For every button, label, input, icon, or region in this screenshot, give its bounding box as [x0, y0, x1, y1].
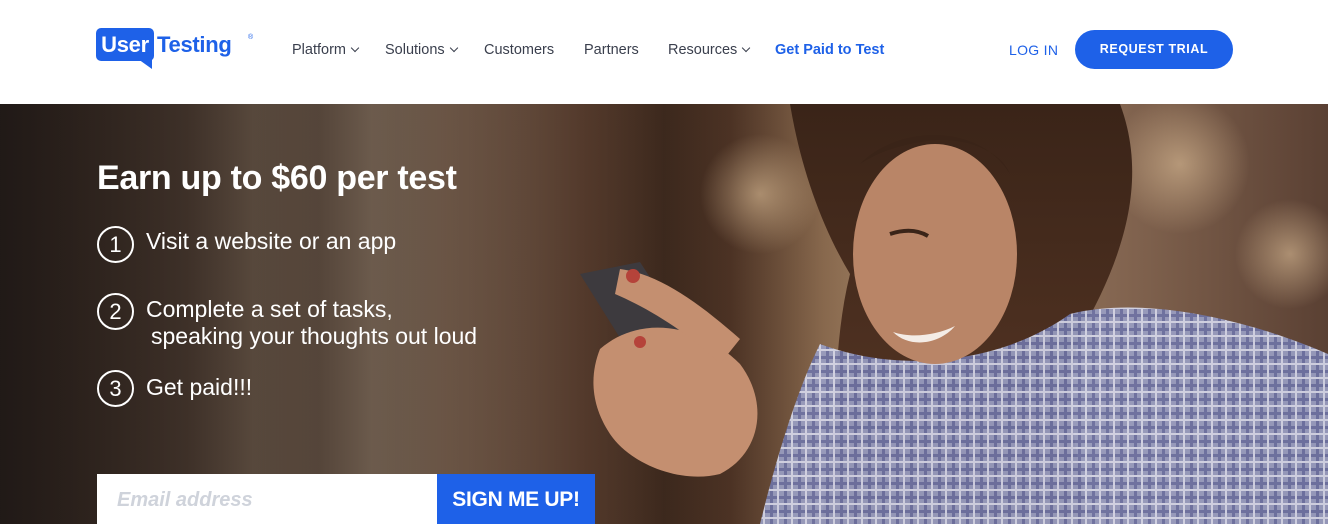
usertesting-logo[interactable]: User Testing ® — [96, 26, 256, 70]
nav-item-label: Partners — [584, 42, 639, 58]
nav-item-label: Resources — [668, 42, 738, 58]
nav-item-customers[interactable]: Customers — [484, 40, 554, 60]
nail-polish — [626, 269, 640, 283]
login-link[interactable]: LOG IN — [1009, 40, 1058, 60]
nav-item-label: Customers — [484, 42, 555, 58]
hands-shape — [593, 327, 758, 477]
step-text: Visit a website or an app — [146, 228, 397, 254]
request-trial-button[interactable]: REQUEST TRIAL — [1075, 30, 1233, 69]
nav-item-resources[interactable]: Resources — [668, 40, 751, 60]
step-number-badge: 3 — [97, 370, 134, 407]
nav-item-platform[interactable]: Platform — [292, 40, 360, 60]
site-header: User Testing ® Platform Solutions Custom… — [0, 0, 1328, 104]
nail-polish — [634, 336, 646, 348]
email-input[interactable] — [97, 474, 437, 524]
sign-me-up-button[interactable]: SIGN ME UP! — [437, 474, 595, 524]
logo-user-badge: User — [96, 28, 154, 61]
chevron-down-icon — [350, 43, 360, 53]
hero-title: Earn up to $60 per test — [97, 159, 457, 197]
step-text-continued: speaking your thoughts out loud — [151, 323, 478, 349]
step-number-badge: 2 — [97, 293, 134, 330]
step-number-badge: 1 — [97, 226, 134, 263]
logo-testing-text: Testing — [157, 32, 232, 57]
logo-registered-mark: ® — [248, 34, 254, 41]
step-text: Get paid!!! — [146, 374, 253, 400]
nav-item-label: Solutions — [385, 42, 445, 58]
hero-section: Earn up to $60 per test 1 Visit a websit… — [0, 104, 1328, 524]
nav-item-label: Get Paid to Test — [775, 42, 885, 58]
nav-item-get-paid-to-test[interactable]: Get Paid to Test — [775, 40, 884, 60]
bokeh-light — [1235, 199, 1328, 309]
nav-item-solutions[interactable]: Solutions — [385, 40, 458, 60]
step-text: Complete a set of tasks, — [146, 296, 393, 322]
nav-item-label: Platform — [292, 42, 346, 58]
face-shape — [853, 144, 1017, 364]
logo-speech-tail — [138, 59, 152, 69]
nav-item-partners[interactable]: Partners — [584, 40, 639, 60]
chevron-down-icon — [449, 43, 458, 53]
chevron-down-icon — [742, 43, 751, 53]
